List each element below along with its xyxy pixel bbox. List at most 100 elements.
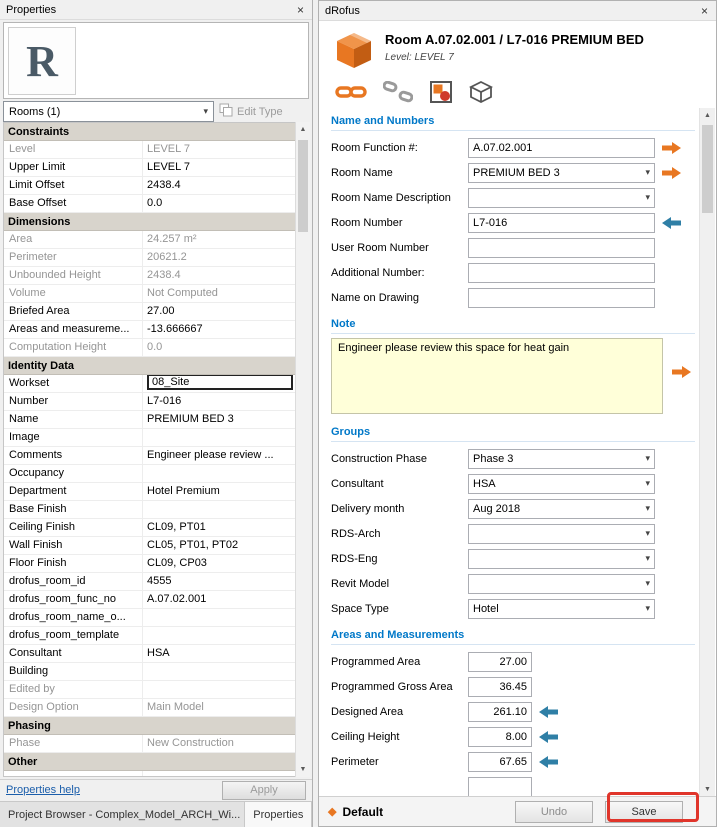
prop-value[interactable]: 27.00 bbox=[143, 303, 295, 320]
open-in-drofus-icon[interactable] bbox=[429, 80, 453, 104]
consultant-select[interactable]: HSA▾ bbox=[468, 474, 655, 494]
form-row: Room Number L7-016 bbox=[319, 210, 701, 235]
close-icon[interactable]: × bbox=[295, 4, 306, 16]
chevron-down-icon: ▾ bbox=[641, 192, 650, 203]
section-header-constraints[interactable]: Constraints bbox=[4, 123, 295, 141]
scrollbar-thumb[interactable] bbox=[298, 140, 308, 232]
prop-label: Base Finish bbox=[4, 501, 143, 518]
room-number-value[interactable]: L7-016 bbox=[143, 393, 295, 410]
space-type-select[interactable]: Hotel▾ bbox=[468, 599, 655, 619]
prop-value[interactable]: 4555 bbox=[143, 573, 295, 590]
rds-eng-select[interactable]: ▾ bbox=[468, 549, 655, 569]
room-name-value[interactable]: PREMIUM BED 3 bbox=[143, 411, 295, 428]
section-header-identity[interactable]: Identity Data bbox=[4, 357, 295, 375]
drofus-scrollbar[interactable]: ▲ ▼ bbox=[699, 108, 715, 797]
field-label: User Room Number bbox=[331, 242, 468, 254]
edit-type-icon bbox=[219, 103, 233, 120]
pull-arrow-icon[interactable] bbox=[539, 756, 558, 768]
pull-arrow-icon[interactable] bbox=[539, 706, 558, 718]
comments-value[interactable]: Engineer please review ... bbox=[143, 447, 295, 464]
prop-value[interactable]: CL09, PT01 bbox=[143, 519, 295, 536]
additional-number-input[interactable] bbox=[468, 263, 655, 283]
push-arrow-icon[interactable] bbox=[662, 142, 681, 154]
prop-value[interactable] bbox=[143, 429, 295, 446]
prop-value[interactable] bbox=[143, 465, 295, 482]
field-label: Revit Model bbox=[331, 578, 468, 590]
close-icon[interactable]: × bbox=[699, 5, 710, 17]
room-function-input[interactable]: A.07.02.001 bbox=[468, 138, 655, 158]
section-title: Constraints bbox=[8, 126, 69, 138]
prop-value[interactable]: HSA bbox=[143, 645, 295, 662]
scroll-down-icon[interactable]: ▼ bbox=[296, 762, 310, 777]
chevron-down-icon: ▾ bbox=[203, 106, 208, 117]
section-header-phasing[interactable]: Phasing bbox=[4, 717, 295, 735]
clipped-input[interactable] bbox=[468, 777, 532, 797]
field-label: Room Name bbox=[331, 167, 468, 179]
chevron-down-icon: ▾ bbox=[641, 478, 650, 489]
delivery-month-select[interactable]: Aug 2018▾ bbox=[468, 499, 655, 519]
field-label: Designed Area bbox=[331, 706, 468, 718]
perimeter-input[interactable]: 67.65 bbox=[468, 752, 532, 772]
prop-value[interactable] bbox=[143, 627, 295, 644]
drofus-titlebar: dRofus × bbox=[319, 1, 716, 21]
apply-button[interactable]: Apply bbox=[222, 781, 306, 800]
section-title: Dimensions bbox=[8, 216, 70, 228]
pull-arrow-icon[interactable] bbox=[539, 731, 558, 743]
scrollbar-thumb[interactable] bbox=[702, 125, 713, 213]
prop-value: 20621.2 bbox=[143, 249, 295, 266]
name-on-drawing-input[interactable] bbox=[468, 288, 655, 308]
show-in-model-icon[interactable] bbox=[469, 80, 493, 104]
push-arrow-icon[interactable] bbox=[672, 366, 691, 378]
scroll-up-icon[interactable]: ▲ bbox=[296, 122, 310, 137]
save-button[interactable]: Save bbox=[605, 801, 683, 823]
prop-label: Area bbox=[4, 231, 143, 248]
undo-button[interactable]: Undo bbox=[515, 801, 593, 823]
prop-label: Consultant bbox=[4, 645, 143, 662]
designed-area-input[interactable]: 261.10 bbox=[468, 702, 532, 722]
construction-phase-select[interactable]: Phase 3▾ bbox=[468, 449, 655, 469]
properties-help-link[interactable]: Properties help bbox=[6, 784, 80, 796]
push-arrow-icon[interactable] bbox=[662, 167, 681, 179]
revit-model-select[interactable]: ▾ bbox=[468, 574, 655, 594]
prop-value: 0.0 bbox=[143, 339, 295, 356]
edit-type-button[interactable]: Edit Type bbox=[217, 101, 309, 122]
prop-value[interactable]: -13.666667 bbox=[143, 321, 295, 338]
prop-value[interactable]: CL09, CP03 bbox=[143, 555, 295, 572]
prop-value[interactable]: 2438.4 bbox=[143, 177, 295, 194]
link-icon[interactable] bbox=[335, 82, 367, 102]
prop-value[interactable]: LEVEL 7 bbox=[143, 159, 295, 176]
scroll-up-icon[interactable]: ▲ bbox=[700, 108, 715, 123]
scroll-down-icon[interactable]: ▼ bbox=[700, 782, 715, 797]
room-name-select[interactable]: PREMIUM BED 3▾ bbox=[468, 163, 655, 183]
note-textarea[interactable]: Engineer please review this space for he… bbox=[331, 338, 663, 414]
rds-arch-select[interactable]: ▾ bbox=[468, 524, 655, 544]
prop-value[interactable] bbox=[143, 609, 295, 626]
programmed-gross-area-input[interactable]: 36.45 bbox=[468, 677, 532, 697]
form-row: Name on Drawing bbox=[319, 285, 701, 310]
type-thumbnail: R bbox=[8, 27, 76, 95]
prop-value[interactable]: 0.0 bbox=[143, 195, 295, 212]
room-name-description-select[interactable]: ▾ bbox=[468, 188, 655, 208]
unlink-icon[interactable] bbox=[383, 81, 413, 103]
prop-label: Occupancy bbox=[4, 465, 143, 482]
pull-arrow-icon[interactable] bbox=[662, 217, 681, 229]
type-selector-dropdown[interactable]: Rooms (1) ▾ bbox=[3, 101, 214, 122]
ceiling-height-input[interactable]: 8.00 bbox=[468, 727, 532, 747]
user-room-number-input[interactable] bbox=[468, 238, 655, 258]
workset-input[interactable]: 08_Site bbox=[147, 375, 293, 390]
section-heading-groups: Groups bbox=[331, 418, 695, 442]
prop-value[interactable]: Hotel Premium bbox=[143, 483, 295, 500]
section-header-dimensions[interactable]: Dimensions bbox=[4, 213, 295, 231]
tab-project-browser[interactable]: Project Browser - Complex_Model_ARCH_Wi.… bbox=[0, 802, 245, 827]
prop-value[interactable] bbox=[143, 501, 295, 518]
section-header-other[interactable]: Other bbox=[4, 753, 295, 771]
default-label: Default bbox=[342, 805, 383, 819]
prop-value[interactable]: CL05, PT01, PT02 bbox=[143, 537, 295, 554]
prop-value[interactable]: A.07.02.001 bbox=[143, 591, 295, 608]
room-number-input[interactable]: L7-016 bbox=[468, 213, 655, 233]
properties-scrollbar[interactable]: ▲ ▼ bbox=[295, 122, 310, 777]
field-label: Room Number bbox=[331, 217, 468, 229]
prop-value[interactable] bbox=[143, 663, 295, 680]
programmed-area-input[interactable]: 27.00 bbox=[468, 652, 532, 672]
tab-properties[interactable]: Properties bbox=[245, 802, 312, 827]
